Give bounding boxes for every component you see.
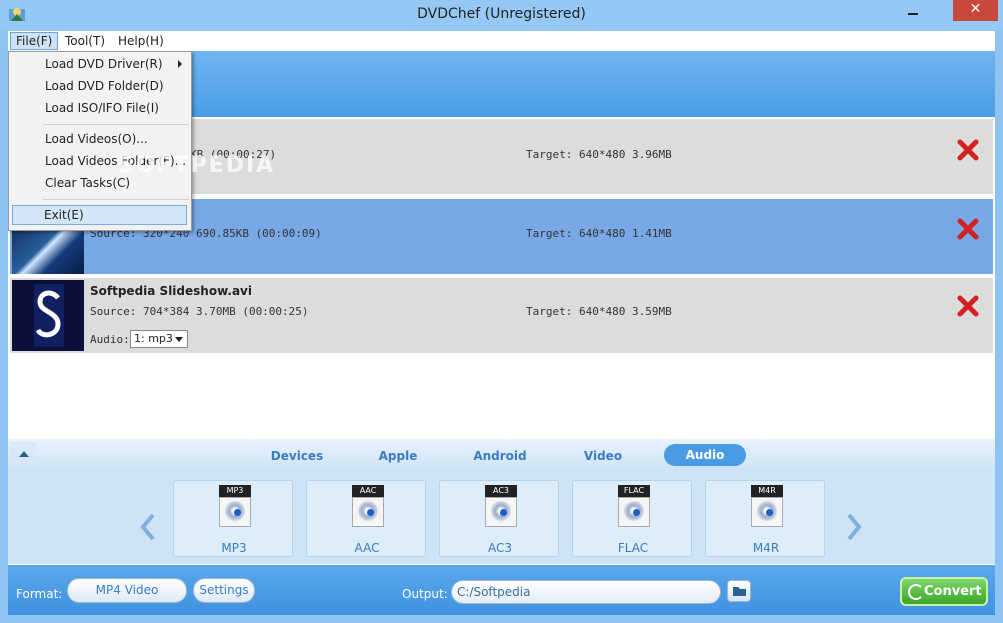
format-tag: M4R bbox=[751, 485, 783, 497]
chevron-up-icon bbox=[19, 451, 29, 457]
format-label: M4R bbox=[752, 541, 780, 555]
format-label: AAC bbox=[354, 541, 380, 555]
tab-video[interactable]: Video bbox=[568, 445, 638, 467]
watermark: SOFTPEDIA bbox=[118, 153, 276, 178]
convert-label: Convert bbox=[924, 584, 982, 599]
delete-icon[interactable] bbox=[956, 138, 980, 162]
menu-item-exit[interactable]: Exit(E) bbox=[12, 205, 187, 225]
category-tabbar: Devices Apple Android Video Audio bbox=[8, 439, 995, 468]
audio-file-icon: FLAC bbox=[618, 485, 650, 529]
format-tag: AAC bbox=[352, 485, 384, 497]
chevron-left-icon[interactable] bbox=[138, 512, 158, 542]
delete-icon[interactable] bbox=[956, 217, 980, 241]
menu-item-label: Load DVD Driver(R) bbox=[45, 57, 163, 71]
task-target: Target: 640*480 3.96MB bbox=[526, 148, 672, 161]
audio-file-icon: MP3 bbox=[219, 485, 251, 529]
file-menu-dropdown: Load DVD Driver(R) Load DVD Folder(D) Lo… bbox=[8, 51, 192, 231]
tab-audio[interactable]: Audio bbox=[664, 444, 746, 466]
minimize-button[interactable] bbox=[900, 0, 926, 28]
audio-file-icon: AC3 bbox=[485, 485, 517, 529]
task-row[interactable]: Softpedia Slideshow.avi Source: 704*384 … bbox=[10, 278, 993, 353]
output-label: Output: bbox=[402, 587, 448, 601]
format-label: FLAC bbox=[617, 541, 649, 555]
tab-android[interactable]: Android bbox=[463, 445, 537, 467]
folder-icon bbox=[733, 587, 746, 596]
task-source: Source: 704*384 3.70MB (00:00:25) bbox=[90, 305, 309, 318]
format-tag: FLAC bbox=[618, 485, 650, 497]
format-tag: MP3 bbox=[219, 485, 251, 497]
submenu-arrow-icon bbox=[178, 60, 182, 68]
format-tile-m4r[interactable]: M4R M4R bbox=[705, 480, 825, 557]
audio-track-value: 1: mp3 bbox=[134, 332, 173, 345]
task-target: Target: 640*480 1.41MB bbox=[526, 227, 672, 240]
menu-item-load-dvd-driver[interactable]: Load DVD Driver(R) bbox=[10, 54, 190, 74]
close-icon: ✕ bbox=[969, 1, 982, 17]
task-filename: Softpedia Slideshow.avi bbox=[90, 284, 252, 298]
task-target: Target: 640*480 3.59MB bbox=[526, 305, 672, 318]
collapse-button[interactable] bbox=[10, 442, 36, 464]
menu-bar: File(F) Tool(T) Help(H) bbox=[8, 31, 995, 51]
audio-file-icon: M4R bbox=[751, 485, 783, 529]
output-path-field[interactable]: C:/Softpedia bbox=[451, 580, 721, 604]
client-area: File(F) Tool(T) Help(H) KB (00:00:27) Ta… bbox=[8, 31, 995, 615]
tab-apple[interactable]: Apple bbox=[363, 445, 433, 467]
menu-item-load-videos[interactable]: Load Videos(O)... bbox=[10, 129, 190, 149]
delete-icon[interactable] bbox=[956, 294, 980, 318]
minimize-icon bbox=[908, 13, 918, 15]
menu-item-load-iso[interactable]: Load ISO/IFO File(I) bbox=[10, 98, 190, 118]
menu-file[interactable]: File(F) bbox=[10, 32, 59, 50]
format-tile-flac[interactable]: FLAC FLAC bbox=[572, 480, 692, 557]
format-label: MP3 bbox=[221, 541, 247, 555]
close-button[interactable]: ✕ bbox=[953, 0, 998, 21]
audio-label: Audio: bbox=[90, 333, 130, 346]
menu-tool[interactable]: Tool(T) bbox=[59, 32, 111, 50]
convert-button[interactable]: Convert bbox=[900, 577, 988, 606]
chevron-right-icon[interactable] bbox=[844, 512, 864, 542]
menu-separator bbox=[43, 124, 189, 125]
browse-folder-button[interactable] bbox=[727, 580, 751, 602]
format-tile-ac3[interactable]: AC3 AC3 bbox=[439, 480, 559, 557]
settings-button[interactable]: Settings bbox=[193, 578, 255, 603]
audio-file-icon: AAC bbox=[352, 485, 384, 529]
format-tag: AC3 bbox=[485, 485, 517, 497]
format-panel: MP3 MP3 AAC AAC AC3 AC3 FLAC FLAC M4R M4… bbox=[8, 468, 995, 564]
title-bar: DVDChef (Unregistered) ✕ bbox=[0, 0, 1003, 31]
video-thumbnail bbox=[12, 280, 84, 351]
menu-item-load-dvd-folder[interactable]: Load DVD Folder(D) bbox=[10, 76, 190, 96]
convert-icon bbox=[908, 584, 924, 600]
format-label-text: Format: bbox=[16, 587, 63, 601]
audio-track-select[interactable]: 1: mp3 bbox=[130, 330, 188, 348]
menu-separator bbox=[43, 199, 189, 200]
format-select[interactable]: MP4 Video bbox=[67, 578, 187, 603]
format-tile-aac[interactable]: AAC AAC bbox=[306, 480, 426, 557]
menu-help[interactable]: Help(H) bbox=[112, 32, 170, 50]
window-title: DVDChef (Unregistered) bbox=[417, 6, 586, 22]
tab-devices[interactable]: Devices bbox=[258, 445, 336, 467]
format-label: AC3 bbox=[487, 541, 512, 555]
bottom-bar: Format: MP4 Video Settings Output: C:/So… bbox=[8, 565, 995, 615]
dropdown-arrow-icon bbox=[175, 337, 183, 342]
softpedia-logo-icon bbox=[12, 280, 84, 351]
format-tile-mp3[interactable]: MP3 MP3 bbox=[173, 480, 293, 557]
